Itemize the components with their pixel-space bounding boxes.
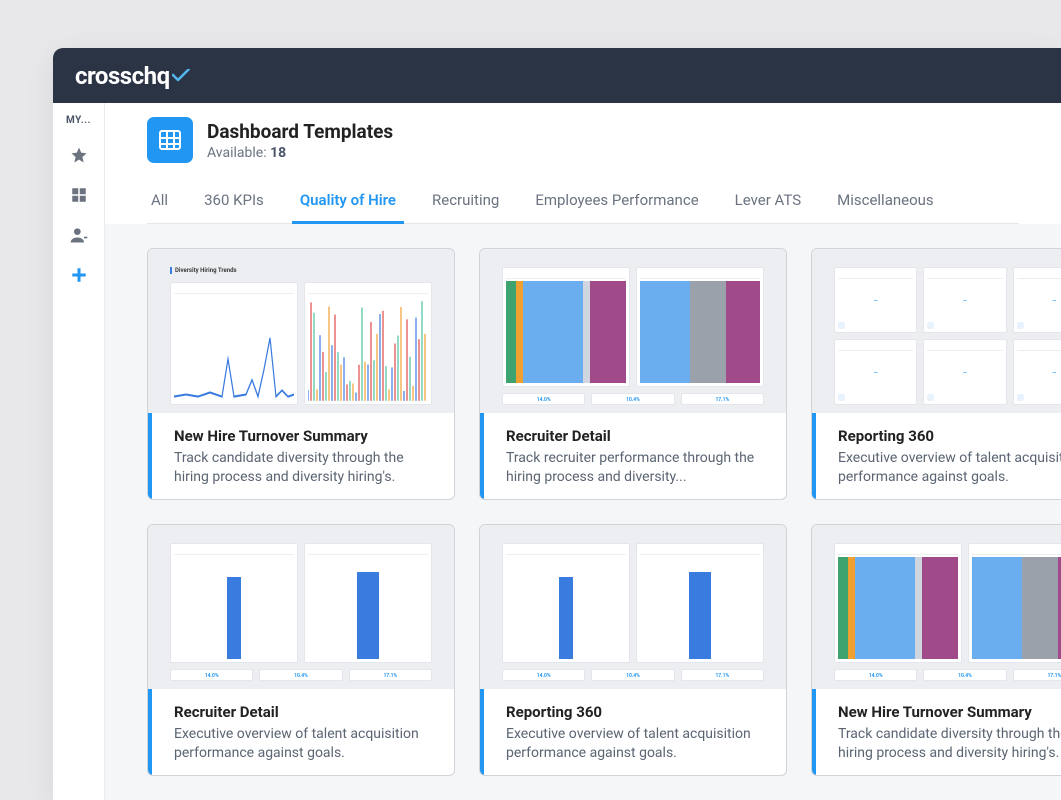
card-title: Reporting 360 (506, 703, 768, 721)
card-title: New Hire Turnover Summary (174, 427, 436, 445)
brand-name: crosschq (75, 62, 170, 90)
template-card[interactable]: Diversity Hiring Trends New Hire Turnove… (147, 248, 455, 500)
card-preview: — — — — — — (812, 249, 1061, 413)
template-card[interactable]: 14.0%10.4%17.1% Recruiter Detail Executi… (147, 524, 455, 776)
card-info: Recruiter Detail Track recruiter perform… (480, 413, 786, 499)
card-preview: 14.0%10.4%17.1% (812, 525, 1061, 689)
brand-logo: crosschq (75, 62, 190, 90)
template-card[interactable]: 14.0%10.4%17.1% Reporting 360 Executive … (479, 524, 787, 776)
card-description: Track candidate diversity through the hi… (174, 449, 436, 488)
tab-miscellaneous[interactable]: Miscellaneous (835, 181, 936, 223)
checkmark-icon (172, 69, 190, 83)
tab-recruiting[interactable]: Recruiting (430, 181, 501, 223)
template-card[interactable]: 14.0%10.4%17.1% Recruiter Detail Track r… (479, 248, 787, 500)
app-window: crosschq MY... (53, 48, 1061, 800)
card-description: Track recruiter performance through the … (506, 449, 768, 488)
topbar: crosschq (53, 48, 1061, 103)
template-tabs: All 360 KPIs Quality of Hire Recruiting Empl… (147, 181, 1019, 224)
card-description: Executive overview of talent acquisition… (838, 449, 1061, 488)
sidebar: MY... (53, 103, 105, 800)
available-count: 18 (270, 145, 286, 161)
tab-employees-performance[interactable]: Employees Performance (533, 181, 700, 223)
card-description: Executive overview of talent acquisition… (174, 725, 436, 764)
tab-quality-of-hire[interactable]: Quality of Hire (298, 181, 398, 223)
template-card-grid: Diversity Hiring Trends New Hire Turnove… (105, 224, 1061, 800)
grid-icon[interactable] (68, 184, 90, 206)
card-info: New Hire Turnover Summary Track candidat… (148, 413, 454, 499)
card-title: Recruiter Detail (506, 427, 768, 445)
available-label: Available: (207, 145, 267, 161)
main-content: Dashboard Templates Available: 18 All 360… (105, 103, 1061, 800)
user-icon[interactable] (68, 224, 90, 246)
card-title: Reporting 360 (838, 427, 1061, 445)
card-preview: 14.0%10.4%17.1% (480, 525, 786, 689)
card-info: New Hire Turnover Summary Track candidat… (812, 689, 1061, 775)
card-description: Track candidate diversity through the hi… (838, 725, 1061, 764)
card-preview: Diversity Hiring Trends (148, 249, 454, 413)
card-info: Recruiter Detail Executive overview of t… (148, 689, 454, 775)
page-title: Dashboard Templates (207, 120, 393, 143)
card-info: Reporting 360 Executive overview of tale… (812, 413, 1061, 499)
page-icon (147, 117, 193, 163)
card-preview: 14.0%10.4%17.1% (148, 525, 454, 689)
tab-all[interactable]: All (149, 181, 170, 223)
template-card[interactable]: 14.0%10.4%17.1% New Hire Turnover Summar… (811, 524, 1061, 776)
tab-360-kpis[interactable]: 360 KPIs (202, 181, 266, 223)
page-header: Dashboard Templates Available: 18 All 360… (105, 103, 1061, 224)
tab-lever-ats[interactable]: Lever ATS (733, 181, 803, 223)
star-icon[interactable] (68, 144, 90, 166)
table-icon (158, 129, 182, 151)
template-card[interactable]: — — — — — — Reporting 360 Executive over… (811, 248, 1061, 500)
card-description: Executive overview of talent acquisition… (506, 725, 768, 764)
card-info: Reporting 360 Executive overview of tale… (480, 689, 786, 775)
card-title: New Hire Turnover Summary (838, 703, 1061, 721)
card-preview: 14.0%10.4%17.1% (480, 249, 786, 413)
card-title: Recruiter Detail (174, 703, 436, 721)
plus-icon[interactable] (68, 264, 90, 286)
sidebar-section-label: MY... (66, 115, 91, 126)
page-subtitle: Available: 18 (207, 145, 393, 161)
